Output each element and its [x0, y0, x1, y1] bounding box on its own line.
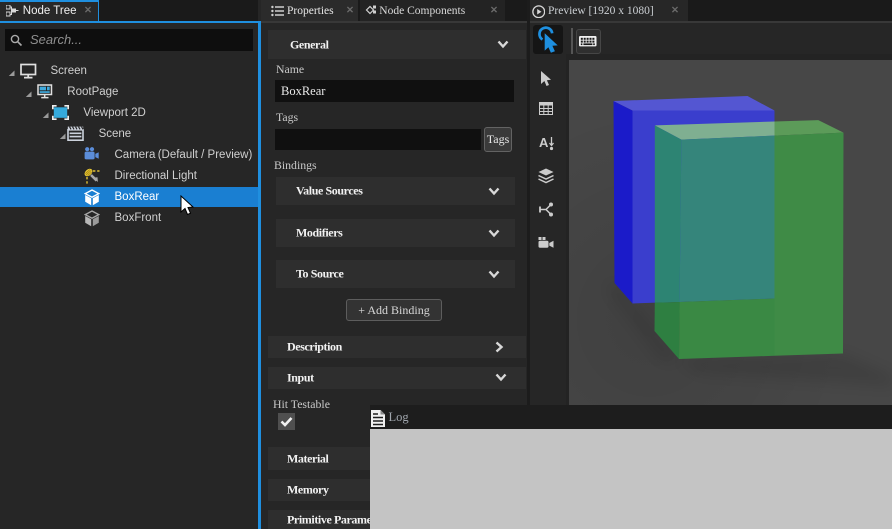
- svg-text:A: A: [539, 135, 549, 150]
